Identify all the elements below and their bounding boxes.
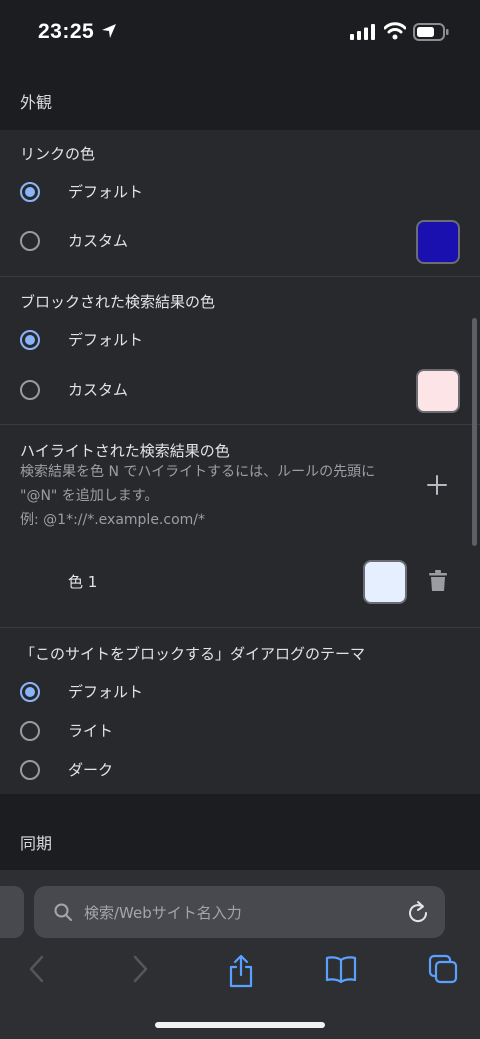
bookmarks-icon[interactable]	[325, 954, 357, 984]
option-label: デフォルト	[68, 683, 144, 701]
plus-icon[interactable]	[427, 475, 447, 495]
dialog-theme-title: 「このサイトをブロックする」ダイアログのテーマ	[20, 645, 366, 663]
divider	[0, 424, 480, 425]
tabs-icon[interactable]	[428, 954, 458, 984]
highlight-color-1-swatch[interactable]	[363, 560, 407, 604]
highlight-description-line-2: "@N" を追加します。	[20, 488, 159, 504]
radio-button-checked[interactable]	[20, 182, 40, 202]
home-indicator	[155, 1022, 325, 1028]
status-time: 23:25	[38, 20, 95, 43]
option-label: ライト	[68, 722, 114, 740]
blocked-color-default-option[interactable]: デフォルト	[0, 320, 480, 360]
radio-button[interactable]	[20, 721, 40, 741]
option-label: カスタム	[68, 232, 129, 250]
dialog-theme-light-option[interactable]: ライト	[0, 711, 480, 751]
link-color-custom-option[interactable]: カスタム	[0, 221, 480, 261]
wifi-icon	[384, 22, 406, 40]
highlight-example: 例: @1*://*.example.com/*	[20, 512, 206, 528]
reload-icon[interactable]	[407, 900, 429, 924]
back-icon[interactable]	[27, 954, 47, 984]
blocked-color-custom-option[interactable]: カスタム	[0, 370, 480, 410]
browser-toolbar: 検索/Webサイト名入力	[0, 870, 480, 1039]
dialog-theme-dark-option[interactable]: ダーク	[0, 750, 480, 790]
radio-button[interactable]	[20, 760, 40, 780]
sync-section-title: 同期	[20, 834, 53, 853]
divider	[0, 276, 480, 277]
forward-icon[interactable]	[130, 954, 150, 984]
radio-button-checked[interactable]	[20, 330, 40, 350]
status-bar: 23:25	[0, 0, 480, 64]
link-color-title: リンクの色	[20, 145, 96, 163]
appearance-section-title: 外観	[20, 93, 53, 112]
option-label: カスタム	[68, 381, 129, 399]
highlight-color-title: ハイライトされた検索結果の色	[20, 442, 230, 460]
search-placeholder: 検索/Webサイト名入力	[84, 904, 242, 922]
radio-button-checked[interactable]	[20, 682, 40, 702]
location-arrow-icon	[102, 24, 116, 38]
cellular-signal-icon	[350, 24, 375, 40]
link-color-swatch[interactable]	[416, 220, 460, 264]
radio-button[interactable]	[20, 231, 40, 251]
option-label: デフォルト	[68, 183, 144, 201]
radio-button[interactable]	[20, 380, 40, 400]
search-icon	[54, 903, 72, 921]
address-search-bar[interactable]: 検索/Webサイト名入力	[34, 886, 445, 938]
link-color-default-option[interactable]: デフォルト	[0, 172, 480, 212]
trash-icon[interactable]	[429, 570, 447, 592]
option-label: デフォルト	[68, 331, 144, 349]
option-label: ダーク	[68, 761, 114, 779]
share-icon[interactable]	[227, 954, 255, 988]
highlight-description-line-1: 検索結果を色 N でハイライトするには、ルールの先頭に	[20, 464, 376, 480]
scrollbar[interactable]	[472, 318, 477, 546]
battery-icon	[413, 23, 449, 41]
appearance-settings-card: リンクの色 デフォルト カスタム ブロックされた検索結果の色 デフォルト カスタ…	[0, 130, 480, 794]
blocked-color-title: ブロックされた検索結果の色	[20, 293, 216, 311]
highlight-color-1-label: 色 1	[68, 573, 98, 591]
divider	[0, 627, 480, 628]
dialog-theme-default-option[interactable]: デフォルト	[0, 672, 480, 712]
blocked-color-swatch[interactable]	[416, 369, 460, 413]
previous-tab-preview[interactable]	[0, 886, 24, 938]
